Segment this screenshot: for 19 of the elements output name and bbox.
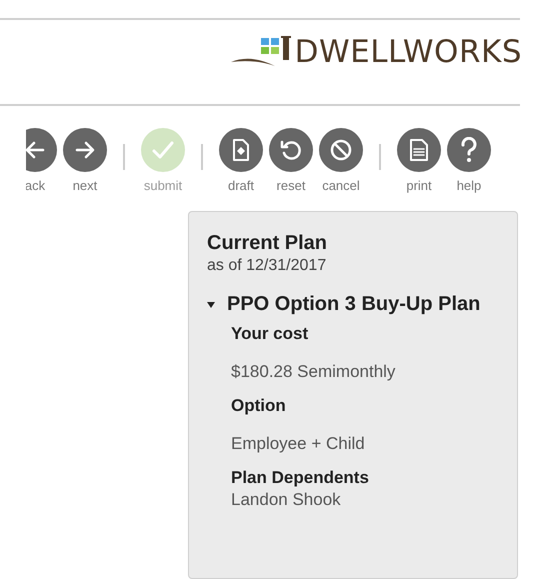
- document-icon: [230, 138, 252, 162]
- field-label: Plan Dependents: [231, 468, 370, 488]
- field-value: Employee + Child: [231, 434, 366, 454]
- plan-name: PPO Option 3 Buy-Up Plan: [227, 293, 480, 316]
- card-subtitle: as of 12/31/2017: [207, 257, 328, 275]
- cancel-icon: [329, 138, 353, 162]
- field-value: $180.28 Semimonthly: [231, 362, 396, 382]
- checkmark-icon: [151, 140, 175, 160]
- logo-text: DWELLWORKS: [294, 34, 522, 70]
- forward-arrow-icon: [74, 139, 96, 161]
- reset-icon: [279, 138, 303, 162]
- field-label: Option: [231, 396, 287, 416]
- field-value: Landon Shook: [231, 490, 342, 510]
- card-title: Current Plan: [207, 232, 328, 255]
- back-arrow-icon: [26, 139, 46, 161]
- document-icon: [409, 138, 429, 162]
- field-label: Your cost: [231, 324, 310, 344]
- caret-icon[interactable]: [207, 300, 215, 308]
- help-icon: [459, 137, 479, 163]
